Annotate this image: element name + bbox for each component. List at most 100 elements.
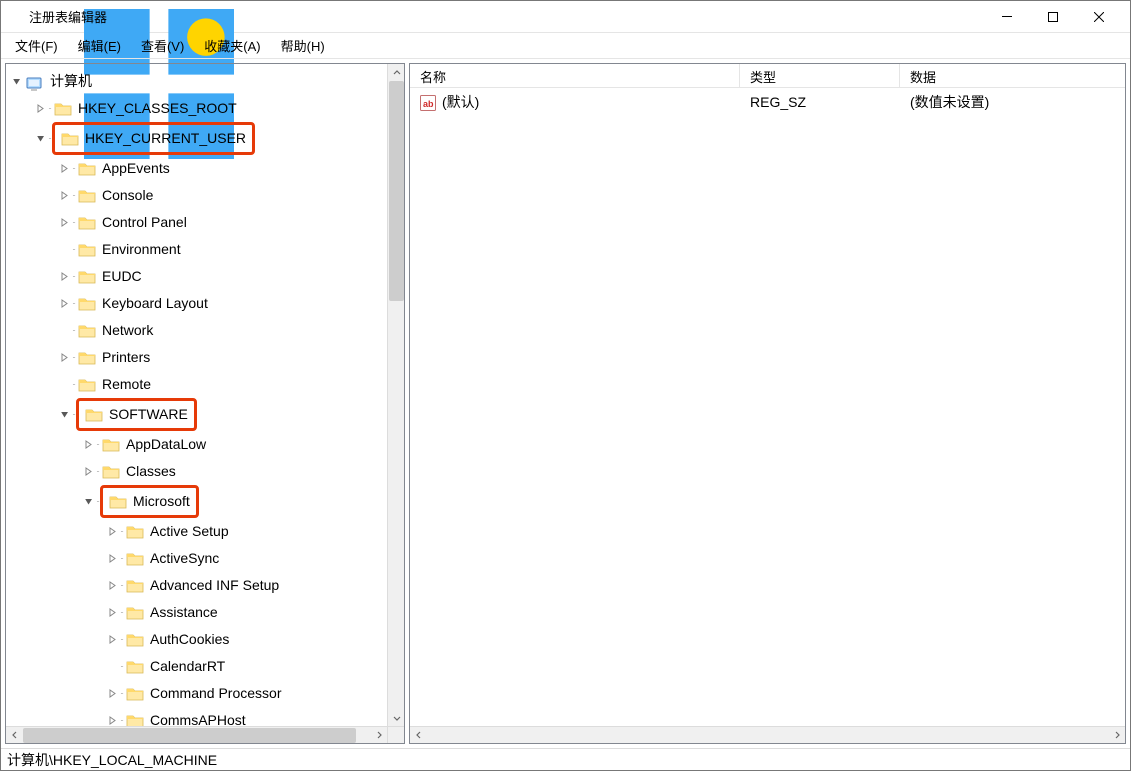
caret-right-icon[interactable] [82,439,94,451]
menu-help[interactable]: 帮助(H) [271,34,335,57]
folder-icon [126,713,144,726]
tree-label: Active Setup [150,518,229,545]
caret-right-icon[interactable] [58,352,70,364]
tree-dots: ··· [72,209,74,236]
tree-hscroll[interactable] [6,726,387,743]
col-data[interactable]: 数据 [900,64,1125,87]
tree-item-activesync[interactable]: ··· ActiveSync [10,545,387,572]
tree-item-software[interactable]: ··· SOFTWARE [10,398,387,431]
tree-dots: ··· [72,290,74,317]
caret-right-icon[interactable] [58,217,70,229]
menu-edit[interactable]: 编辑(E) [68,34,131,57]
folder-icon [126,632,144,647]
caret-down-icon[interactable] [58,409,70,421]
scroll-track[interactable] [23,727,370,744]
list-row[interactable]: (默认) REG_SZ (数值未设置) [410,88,1125,115]
tree-item-commsaphost[interactable]: ··· CommsAPHost [10,707,387,726]
scroll-thumb[interactable] [23,728,356,743]
menu-file[interactable]: 文件(F) [5,34,68,57]
caret-right-icon[interactable] [58,298,70,310]
caret-right-icon[interactable] [106,715,118,727]
caret-right-icon[interactable] [106,526,118,538]
col-type[interactable]: 类型 [740,64,900,87]
tree-item-classes[interactable]: ··· Classes [10,458,387,485]
caret-right-icon[interactable] [34,103,46,115]
tree-label: AuthCookies [150,626,229,653]
list-hscroll[interactable] [410,726,1125,743]
tree-label: Remote [102,371,151,398]
tree-item-hkcr[interactable]: ··· HKEY_CLASSES_ROOT [10,95,387,122]
tree-dots: ··· [72,155,74,182]
scroll-right-icon[interactable] [1108,727,1125,744]
content: 计算机 ··· HKEY_CLASSES_ROOT [1,59,1130,748]
scroll-left-icon[interactable] [410,727,427,744]
tree-vscroll[interactable] [387,64,404,726]
folder-icon [102,437,120,452]
minimize-button[interactable] [984,1,1030,33]
scroll-left-icon[interactable] [6,727,23,744]
tree-item-activesetup[interactable]: ··· Active Setup [10,518,387,545]
caret-right-icon[interactable] [58,190,70,202]
caret-right-icon[interactable] [106,553,118,565]
caret-down-icon[interactable] [82,496,94,508]
tree-item-calendarrt[interactable]: ··· CalendarRT [10,653,387,680]
tree-item-hkcu[interactable]: ··· HKEY_CURRENT_USER [10,122,387,155]
window: 注册表编辑器 文件(F) 编辑(E) 查看(V) 收藏夹(A) 帮助(H) 计 [0,0,1131,771]
tree-item-commandprocessor[interactable]: ··· Command Processor [10,680,387,707]
col-name[interactable]: 名称 [410,64,740,87]
caret-right-icon[interactable] [82,466,94,478]
tree-item-advancedinfsetup[interactable]: ··· Advanced INF Setup [10,572,387,599]
tree-item-appevents[interactable]: ··· AppEvents [10,155,387,182]
tree-item-remote[interactable]: ··· Remote [10,371,387,398]
tree-item-computer[interactable]: 计算机 [10,68,387,95]
tree-dots: ··· [120,572,122,599]
folder-icon [102,464,120,479]
tree-item-controlpanel[interactable]: ··· Control Panel [10,209,387,236]
scroll-down-icon[interactable] [388,709,405,726]
tree-item-console[interactable]: ··· Console [10,182,387,209]
caret-right-icon[interactable] [106,634,118,646]
cell-type: REG_SZ [740,94,900,110]
tree-label: 计算机 [50,68,92,95]
tree-item-authcookies[interactable]: ··· AuthCookies [10,626,387,653]
folder-icon [78,161,96,176]
tree-label: Assistance [150,599,218,626]
caret-right-icon[interactable] [106,688,118,700]
tree-item-keyboardlayout[interactable]: ··· Keyboard Layout [10,290,387,317]
caret-right-icon[interactable] [58,163,70,175]
tree-dots: ··· [96,488,98,515]
list-pane: 名称 类型 数据 (默认) REG_SZ (数值未设置) [409,63,1126,744]
caret-right-icon[interactable] [106,580,118,592]
list-header: 名称 类型 数据 [410,64,1125,88]
close-button[interactable] [1076,1,1122,33]
maximize-button[interactable] [1030,1,1076,33]
tree-item-eudc[interactable]: ··· EUDC [10,263,387,290]
tree-item-environment[interactable]: ··· Environment [10,236,387,263]
tree-item-microsoft[interactable]: ··· Microsoft [10,485,387,518]
scroll-track[interactable] [388,81,405,709]
tree-item-printers[interactable]: ··· Printers [10,344,387,371]
caret-down-icon[interactable] [10,76,22,88]
menu-favorites[interactable]: 收藏夹(A) [194,34,270,57]
folder-icon [61,131,79,146]
scroll-track[interactable] [427,727,1108,744]
tree-item-network[interactable]: ··· Network [10,317,387,344]
caret-right-icon[interactable] [58,271,70,283]
folder-icon [85,407,103,422]
folder-icon [126,578,144,593]
folder-icon [126,659,144,674]
list-body[interactable]: (默认) REG_SZ (数值未设置) [410,88,1125,726]
scroll-thumb[interactable] [389,81,404,301]
tree[interactable]: 计算机 ··· HKEY_CLASSES_ROOT [6,64,387,726]
tree-dots: ··· [120,599,122,626]
menu-view[interactable]: 查看(V) [131,34,194,57]
tree-item-assistance[interactable]: ··· Assistance [10,599,387,626]
scroll-right-icon[interactable] [370,727,387,744]
scroll-up-icon[interactable] [388,64,405,81]
tree-dots: ··· [120,653,122,680]
tree-label: Keyboard Layout [102,290,208,317]
caret-down-icon[interactable] [34,133,46,145]
tree-dots: ··· [72,401,74,428]
caret-right-icon[interactable] [106,607,118,619]
tree-item-appdatalow[interactable]: ··· AppDataLow [10,431,387,458]
